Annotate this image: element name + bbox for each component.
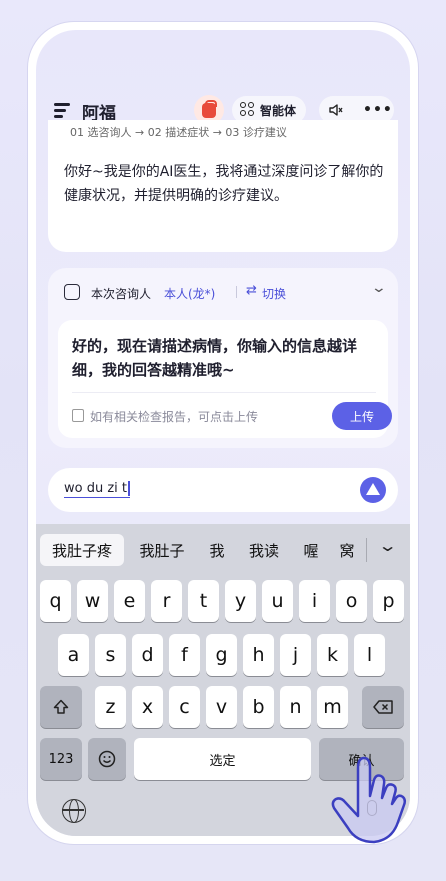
input-value: wo du zi t bbox=[64, 481, 128, 496]
phone-frame: 阿福 智能体 ••• 01 选咨询人 → 02 描述症状 → 03 诊疗建议 你… bbox=[28, 22, 418, 844]
more-icon[interactable]: ••• bbox=[363, 102, 393, 118]
chevron-down-icon[interactable]: ⌄ bbox=[371, 280, 387, 296]
key-k[interactable]: k bbox=[317, 634, 348, 676]
shift-key[interactable] bbox=[40, 686, 82, 728]
candidate-item[interactable]: 喔 bbox=[296, 534, 326, 566]
divider bbox=[236, 286, 237, 298]
space-key[interactable]: 选定 bbox=[134, 738, 311, 780]
key-s[interactable]: s bbox=[95, 634, 126, 676]
message-input-bar[interactable]: wo du zi t bbox=[48, 468, 398, 512]
key-n[interactable]: n bbox=[280, 686, 311, 728]
key-o[interactable]: o bbox=[336, 580, 367, 622]
key-f[interactable]: f bbox=[169, 634, 200, 676]
chevron-down-icon[interactable]: ⌄ bbox=[378, 536, 398, 555]
key-d[interactable]: d bbox=[132, 634, 163, 676]
agent-label: 智能体 bbox=[260, 103, 297, 118]
key-j[interactable]: j bbox=[280, 634, 311, 676]
message-input[interactable]: wo du zi t bbox=[64, 481, 130, 498]
consult-header[interactable]: 本次咨询人 本人(龙*) ⇄ 切换 ⌄ bbox=[48, 268, 398, 314]
key-q[interactable]: q bbox=[40, 580, 71, 622]
key-l[interactable]: l bbox=[354, 634, 385, 676]
candidate-item[interactable]: 我读 bbox=[242, 534, 286, 566]
consult-label: 本次咨询人 bbox=[91, 287, 152, 301]
shift-icon bbox=[53, 699, 69, 714]
key-i[interactable]: i bbox=[299, 580, 330, 622]
candidate-item[interactable]: 我肚子 bbox=[132, 534, 192, 566]
switch-button[interactable]: 切换 bbox=[262, 285, 286, 302]
report-hint: 如有相关检查报告，可点击上传 bbox=[90, 410, 259, 424]
key-t[interactable]: t bbox=[188, 580, 219, 622]
key-c[interactable]: c bbox=[169, 686, 200, 728]
divider bbox=[72, 392, 376, 393]
consult-card: 本次咨询人 本人(龙*) ⇄ 切换 ⌄ 好的，现在请描述病情，你输入的信息越详细… bbox=[48, 268, 398, 448]
text-caret bbox=[128, 481, 130, 496]
app-screen: 阿福 智能体 ••• 01 选咨询人 → 02 描述症状 → 03 诊疗建议 你… bbox=[36, 30, 410, 836]
consult-person[interactable]: 本人(龙*) bbox=[164, 285, 215, 302]
key-v[interactable]: v bbox=[206, 686, 237, 728]
key-h[interactable]: h bbox=[243, 634, 274, 676]
key-a[interactable]: a bbox=[58, 634, 89, 676]
key-m[interactable]: m bbox=[317, 686, 348, 728]
consult-person-icon bbox=[64, 284, 80, 300]
key-g[interactable]: g bbox=[206, 634, 237, 676]
key-r[interactable]: r bbox=[151, 580, 182, 622]
menu-icon[interactable] bbox=[54, 103, 70, 118]
candidate-item[interactable]: 我肚子疼 bbox=[40, 534, 124, 566]
key-u[interactable]: u bbox=[262, 580, 293, 622]
key-w[interactable]: w bbox=[77, 580, 108, 622]
intro-card: 01 选咨询人 → 02 描述症状 → 03 诊疗建议 你好~我是你的AI医生，… bbox=[48, 120, 398, 252]
switch-icon[interactable]: ⇄ bbox=[246, 283, 257, 298]
emoji-key[interactable] bbox=[88, 738, 126, 780]
step-indicator: 01 选咨询人 → 02 描述症状 → 03 诊疗建议 bbox=[70, 126, 287, 139]
backspace-icon bbox=[373, 700, 393, 714]
candidate-bar: 我肚子疼 我肚子 我 我读 喔 窝 ⌄ bbox=[36, 524, 410, 576]
globe-icon[interactable] bbox=[62, 799, 86, 823]
report-icon bbox=[72, 409, 84, 422]
consult-message-box: 好的，现在请描述病情，你输入的信息越详细，我的回答越精准哦~ 如有相关检查报告，… bbox=[58, 320, 392, 438]
candidate-item[interactable]: 我 bbox=[202, 534, 232, 566]
candidate-item[interactable]: 窝 bbox=[332, 534, 362, 566]
key-x[interactable]: x bbox=[132, 686, 163, 728]
key-e[interactable]: e bbox=[114, 580, 145, 622]
key-b[interactable]: b bbox=[243, 686, 274, 728]
speaker-mute-icon[interactable] bbox=[329, 104, 343, 116]
key-p[interactable]: p bbox=[373, 580, 404, 622]
pointing-hand-icon bbox=[331, 756, 407, 844]
upload-button[interactable]: 上传 bbox=[332, 402, 392, 430]
divider bbox=[366, 538, 367, 562]
key-z[interactable]: z bbox=[95, 686, 126, 728]
number-key[interactable]: 123 bbox=[40, 738, 82, 780]
agent-icon bbox=[240, 102, 256, 118]
key-y[interactable]: y bbox=[225, 580, 256, 622]
intro-message: 你好~我是你的AI医生，我将通过深度问诊了解你的健康状况，并提供明确的诊疗建议。 bbox=[64, 164, 384, 204]
emoji-icon bbox=[98, 750, 116, 768]
consult-message: 好的，现在请描述病情，你输入的信息越详细，我的回答越精准哦~ bbox=[72, 337, 358, 379]
send-button[interactable] bbox=[360, 477, 386, 503]
backspace-key[interactable] bbox=[362, 686, 404, 728]
